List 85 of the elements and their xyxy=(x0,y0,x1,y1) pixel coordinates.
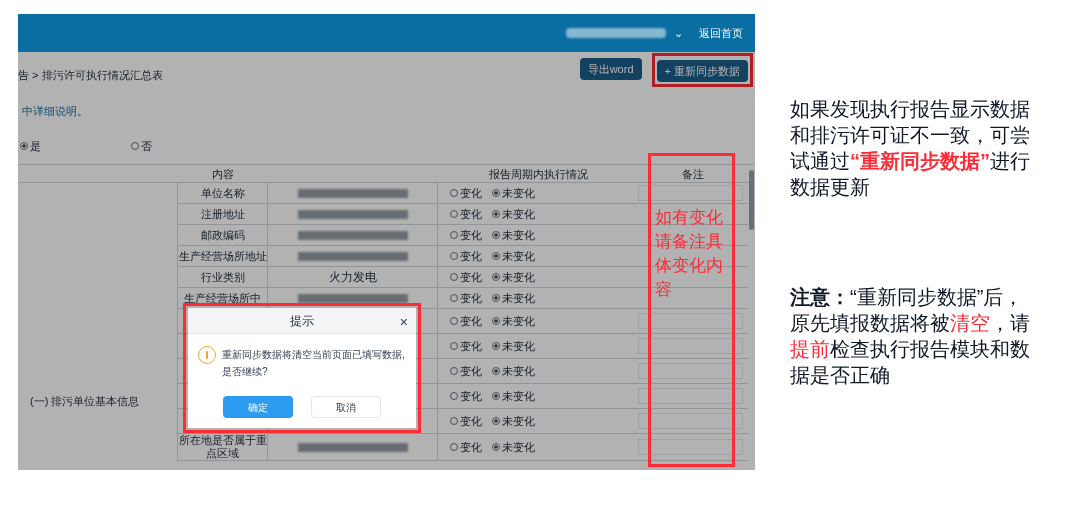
radio-icon[interactable] xyxy=(492,294,500,303)
row-label: 行业类别 xyxy=(200,270,245,284)
radio-option[interactable]: 未变化 xyxy=(492,413,535,430)
radio-option[interactable]: 变化 xyxy=(450,248,482,265)
annotation-paragraph: 如果发现执行报告显示数据和排污许可证不一致，可尝试通过“重新同步数据”进行数据更新 xyxy=(790,97,1031,200)
remark-input[interactable] xyxy=(638,363,743,380)
radio-icon[interactable] xyxy=(492,252,500,261)
radio-icon[interactable] xyxy=(131,142,139,150)
home-link[interactable]: 返回首页 xyxy=(699,24,743,42)
remark-input[interactable] xyxy=(638,388,743,405)
radio-icon[interactable] xyxy=(492,392,500,401)
close-button[interactable]: × xyxy=(399,312,408,333)
remark-input[interactable] xyxy=(638,313,743,330)
radio-icon[interactable] xyxy=(450,210,458,219)
radio-option[interactable]: 未变化 xyxy=(492,269,535,286)
radio-icon[interactable] xyxy=(492,367,500,376)
radio-icon[interactable] xyxy=(492,317,500,326)
radio-option[interactable]: 未变化 xyxy=(492,363,535,380)
radio-option[interactable]: 变化 xyxy=(450,338,482,355)
radio-option[interactable]: 未变化 xyxy=(492,290,535,307)
radio-option[interactable]: 变化 xyxy=(450,269,482,286)
radio-icon[interactable] xyxy=(450,392,458,401)
remark-input[interactable] xyxy=(638,185,743,202)
radio-icon[interactable] xyxy=(450,367,458,376)
radio-option[interactable]: 变化 xyxy=(450,439,482,456)
row-label: 注册地址 xyxy=(200,207,245,221)
radio-icon[interactable] xyxy=(450,231,458,240)
column-header: 报告周期内执行情况 xyxy=(488,167,588,180)
caret-icon[interactable]: ⌄ xyxy=(674,24,683,42)
radio-icon[interactable] xyxy=(20,142,28,150)
radio-option[interactable]: 未变化 xyxy=(492,338,535,355)
breadcrumb: 告 > 排污许可执行情况汇总表 xyxy=(18,68,163,84)
radio-option[interactable]: 未变化 xyxy=(492,248,535,265)
toolbar-button[interactable]: 导出word xyxy=(579,58,642,80)
radio-icon[interactable] xyxy=(450,417,458,426)
radio-option[interactable]: 未变化 xyxy=(492,185,535,202)
annotation-paragraph: 注意：“重新同步数据”后，原先填报数据将被清空，请 提前检查执行报告模块和数据是否正确 xyxy=(790,285,1031,388)
group-label: (一) 排污单位基本信息 xyxy=(30,393,140,409)
radio-icon[interactable] xyxy=(450,317,458,326)
radio-option[interactable]: 变化 xyxy=(450,388,482,405)
radio-option[interactable]: 是 xyxy=(20,137,41,155)
column-header: 内容 xyxy=(212,167,234,180)
dialog-message: 重新同步数据将清空当前页面已填写数据, 是否继续? xyxy=(222,348,406,379)
radio-icon[interactable] xyxy=(450,294,458,303)
radio-icon[interactable] xyxy=(492,443,500,452)
radio-option[interactable]: 变化 xyxy=(450,206,482,223)
remark-input[interactable] xyxy=(638,413,743,430)
radio-icon[interactable] xyxy=(450,342,458,351)
row-label: 所在地是否属于重点区域 xyxy=(178,434,267,461)
radio-icon[interactable] xyxy=(450,252,458,261)
radio-option[interactable]: 变化 xyxy=(450,313,482,330)
row-value: 火力发电 xyxy=(328,269,377,287)
row-label: 生产经营场所中 xyxy=(184,291,261,305)
dialog-button[interactable]: 取消 xyxy=(311,396,381,418)
radio-icon[interactable] xyxy=(492,417,500,426)
radio-option[interactable]: 变化 xyxy=(450,227,482,244)
toolbar-button[interactable]: + 重新同步数据 xyxy=(656,60,748,83)
dialog-title: 提示 xyxy=(290,312,314,330)
scrollbar xyxy=(749,170,754,230)
row-label: 邮政编码 xyxy=(200,228,245,242)
radio-option[interactable]: 未变化 xyxy=(492,313,535,330)
row-label: 生产经营场所地址 xyxy=(178,249,267,263)
remark-input[interactable] xyxy=(638,439,743,456)
radio-icon[interactable] xyxy=(450,443,458,452)
radio-icon[interactable] xyxy=(450,189,458,198)
radio-option[interactable]: 变化 xyxy=(450,185,482,202)
radio-icon[interactable] xyxy=(492,231,500,240)
column-header: 备注 xyxy=(682,167,704,180)
radio-option[interactable]: 否 xyxy=(131,137,152,155)
radio-icon[interactable] xyxy=(450,273,458,282)
radio-icon[interactable] xyxy=(492,189,500,198)
radio-option[interactable]: 未变化 xyxy=(492,439,535,456)
radio-option[interactable]: 未变化 xyxy=(492,206,535,223)
remark-input[interactable] xyxy=(638,338,743,355)
annotation-text: 如有变化请备注具体变化内容 xyxy=(655,207,724,301)
radio-icon[interactable] xyxy=(492,210,500,219)
radio-icon[interactable] xyxy=(492,342,500,351)
radio-option[interactable]: 变化 xyxy=(450,290,482,307)
row-label: 单位名称 xyxy=(200,186,245,200)
radio-option[interactable]: 未变化 xyxy=(492,388,535,405)
radio-icon[interactable] xyxy=(492,273,500,282)
radio-option[interactable]: 变化 xyxy=(450,363,482,380)
radio-option[interactable]: 未变化 xyxy=(492,227,535,244)
radio-option[interactable]: 变化 xyxy=(450,413,482,430)
note-text: 中详细说明。 xyxy=(22,104,89,120)
